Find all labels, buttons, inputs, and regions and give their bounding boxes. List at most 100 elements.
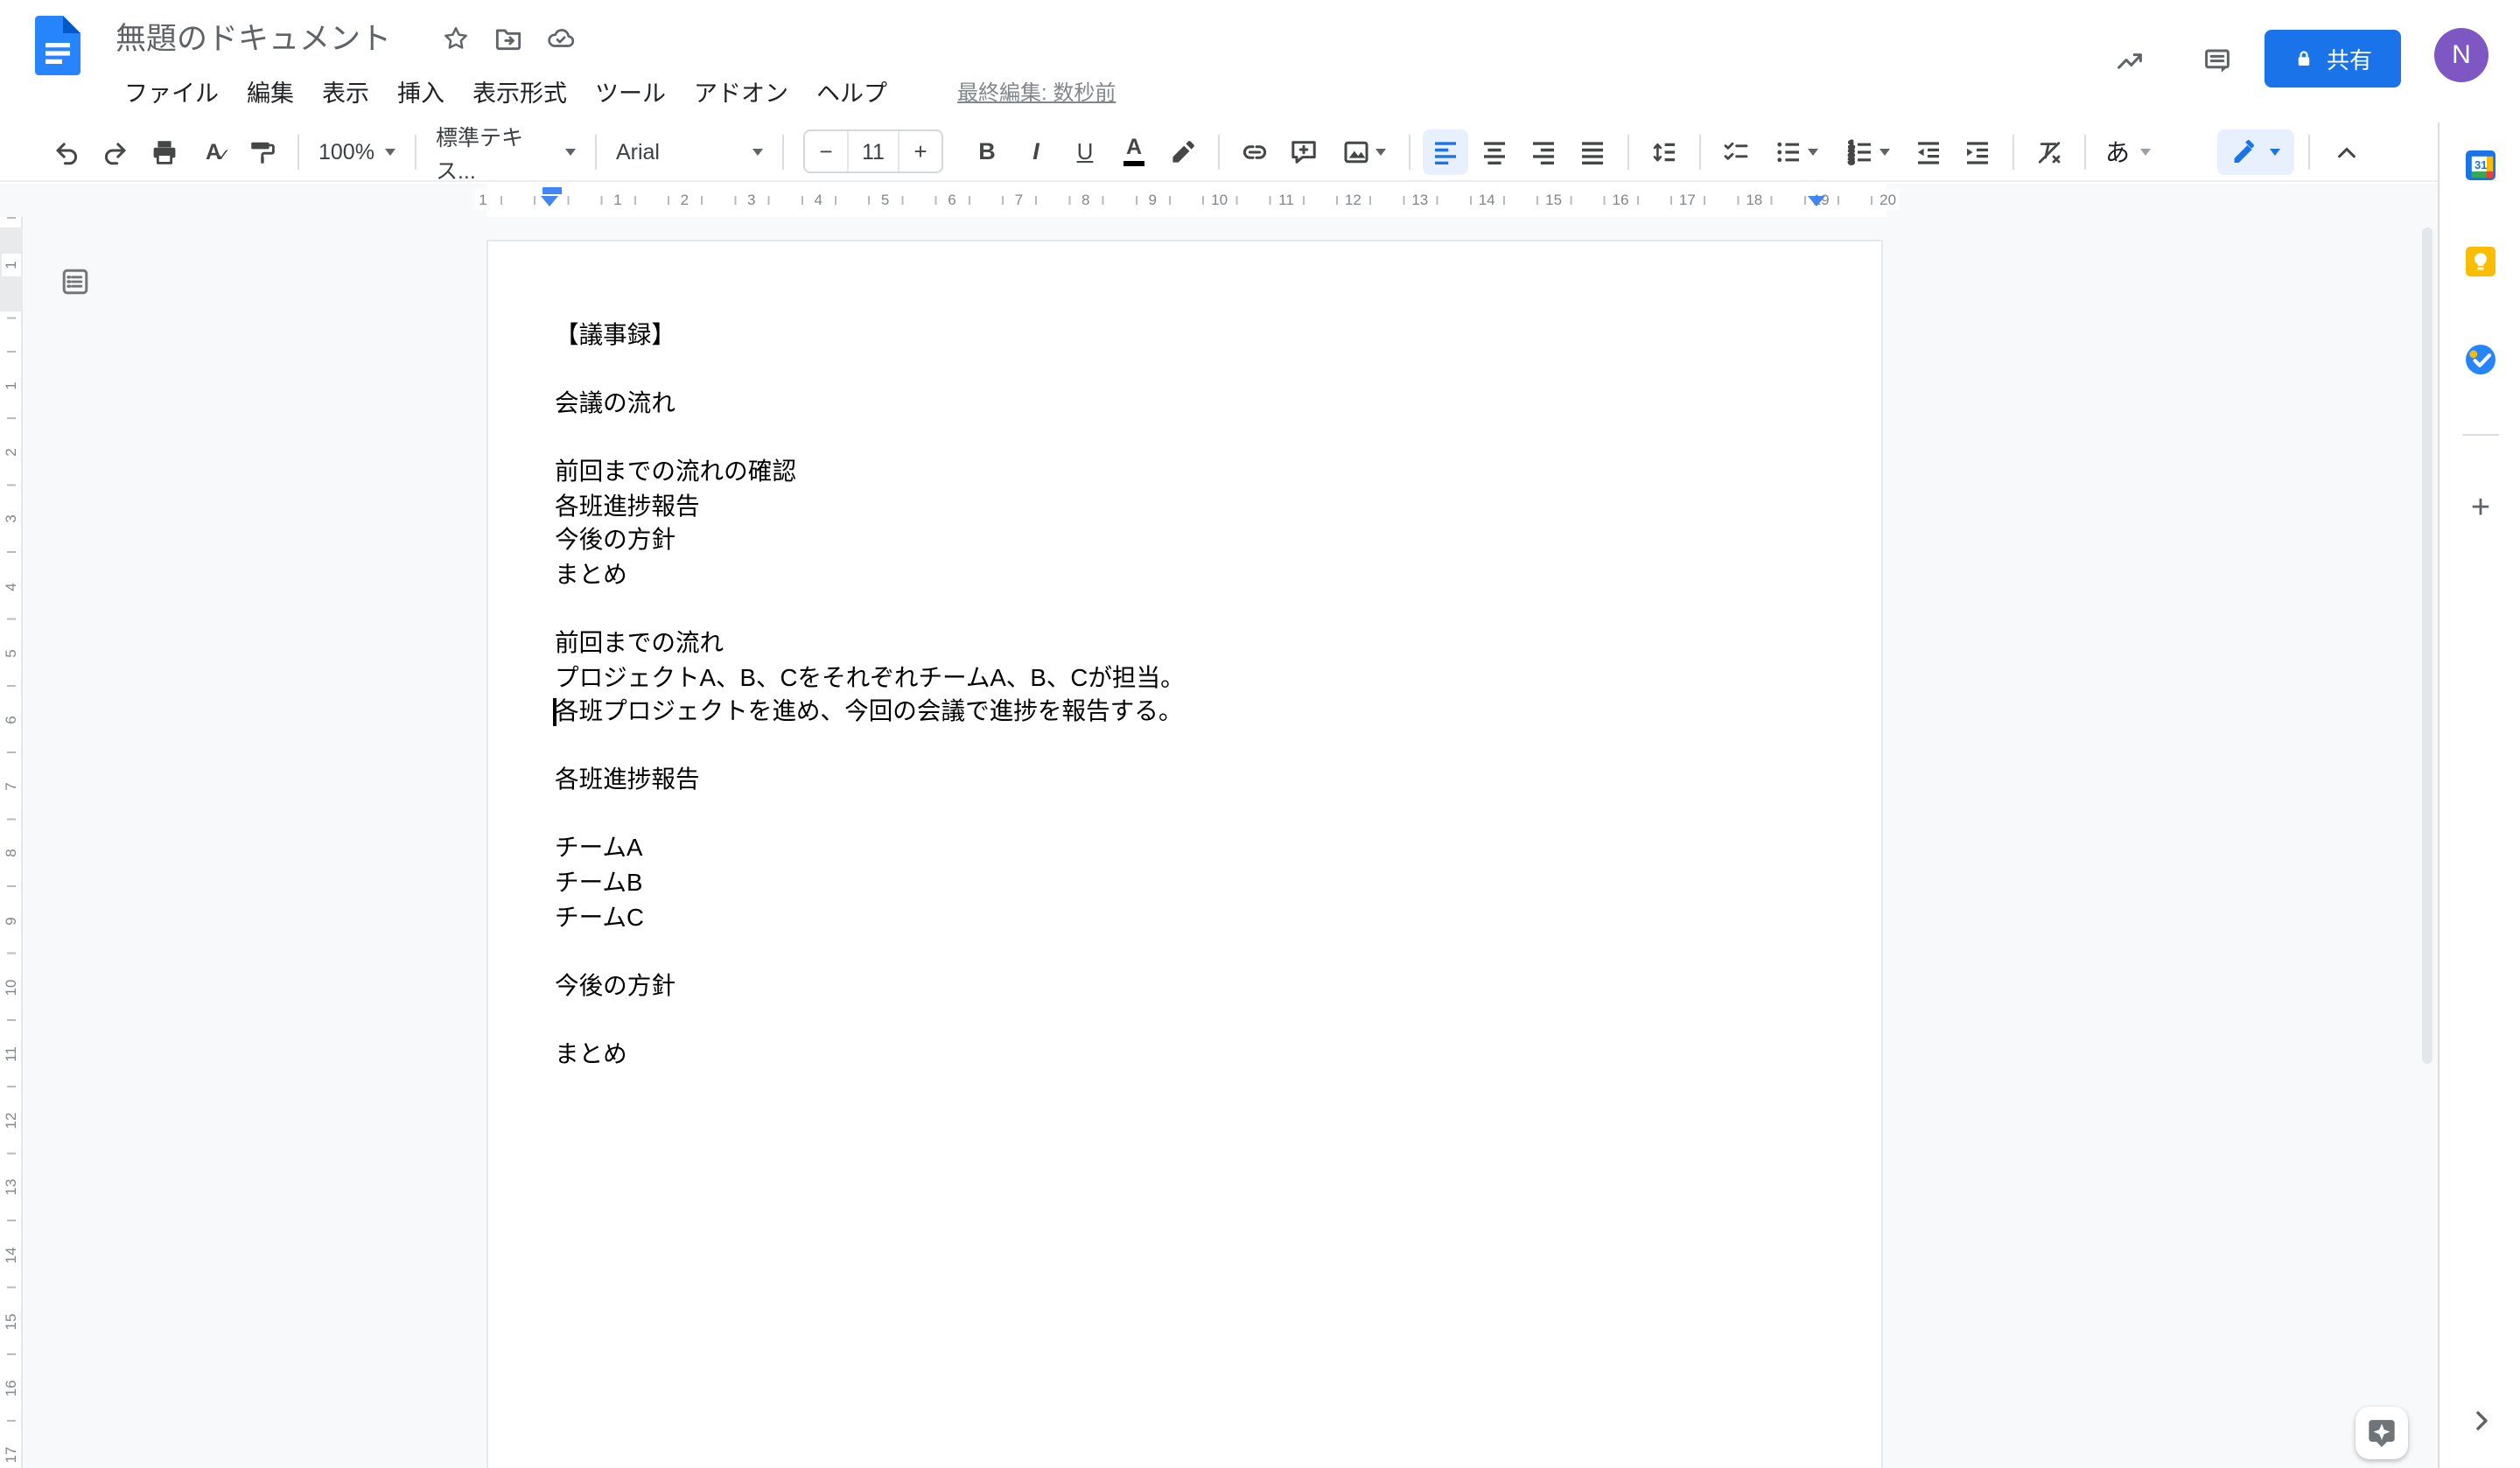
bulleted-list-button[interactable] (1762, 129, 1829, 174)
google-docs-logo-icon[interactable] (35, 16, 80, 75)
get-addons-button[interactable]: + (2440, 490, 2520, 528)
explore-button[interactable] (2356, 1407, 2408, 1459)
menu-item-addons[interactable]: アドオン (694, 73, 788, 108)
document-canvas: 【議事録】 会議の流れ 前回までの流れの確認各班進捗報告今後の方針まとめ 前回ま… (0, 217, 2438, 1468)
right-indent-marker[interactable] (1808, 196, 1825, 206)
doc-line[interactable] (555, 798, 1820, 832)
doc-line[interactable]: 前回までの流れ (555, 626, 1820, 661)
increase-indent-button[interactable] (1955, 129, 2000, 174)
numbered-list-button[interactable]: 123 (1832, 129, 1902, 174)
menu-item-insert[interactable]: 挿入 (397, 73, 444, 108)
highlight-color-button[interactable] (1160, 129, 1206, 174)
scrollbar-thumb[interactable] (2422, 227, 2432, 1064)
font-value: Arial (616, 139, 660, 164)
collapse-toolbar-button[interactable] (2324, 129, 2370, 174)
input-method-button[interactable]: あ (2098, 129, 2158, 174)
doc-line[interactable]: まとめ (555, 1038, 1820, 1072)
undo-button[interactable] (44, 129, 89, 174)
last-edited-link[interactable]: 最終編集: 数秒前 (957, 76, 1116, 106)
menu-item-view[interactable]: 表示 (322, 73, 369, 108)
chevron-down-icon (1880, 148, 1890, 155)
move-to-folder-icon[interactable] (494, 23, 523, 52)
v-ruler-number: 4 (2, 575, 21, 598)
font-size-input[interactable]: 11 (847, 131, 900, 171)
doc-line[interactable]: 各班進捗報告 (555, 490, 1820, 524)
decrease-font-size-button[interactable]: − (805, 131, 847, 171)
underline-button[interactable]: U (1062, 129, 1108, 174)
clear-formatting-button[interactable] (2026, 129, 2072, 174)
v-ruler-number: 7 (2, 775, 21, 798)
cloud-saved-icon[interactable] (546, 23, 576, 52)
menu-item-edit[interactable]: 編集 (247, 73, 294, 108)
chevron-down-icon (2140, 148, 2151, 155)
left-indent-marker[interactable] (541, 196, 558, 206)
add-comment-button[interactable] (1281, 129, 1326, 174)
paragraph-styles-select[interactable]: 標準テキス... (429, 129, 583, 174)
doc-line[interactable] (555, 730, 1820, 764)
doc-line[interactable] (555, 934, 1820, 968)
menu-item-format[interactable]: 表示形式 (472, 73, 567, 108)
styles-value: 標準テキス... (436, 118, 555, 185)
doc-line[interactable] (555, 1003, 1820, 1038)
doc-line[interactable]: チームA (555, 832, 1820, 866)
line-spacing-button[interactable] (1642, 129, 1687, 174)
doc-line[interactable] (555, 421, 1820, 455)
redo-button[interactable] (93, 129, 138, 174)
menu-item-tools[interactable]: ツール (595, 73, 666, 108)
menu-item-help[interactable]: ヘルプ (816, 73, 887, 108)
italic-button[interactable]: I (1013, 129, 1059, 174)
avatar-initial: N (2452, 40, 2471, 70)
activity-trending-icon[interactable] (2107, 38, 2152, 84)
menu-item-file[interactable]: ファイル (124, 73, 219, 108)
spellcheck-button[interactable]: A✓ (191, 129, 236, 174)
doc-line[interactable]: 各班進捗報告 (555, 764, 1820, 798)
google-keep-icon[interactable] (2466, 247, 2496, 276)
doc-line[interactable]: 前回までの流れの確認 (555, 456, 1820, 490)
share-button[interactable]: 共有 (2264, 30, 2401, 87)
align-right-button[interactable] (1521, 129, 1566, 174)
insert-link-button[interactable] (1232, 129, 1278, 174)
print-button[interactable] (142, 129, 187, 174)
toolbar-divider (2308, 134, 2310, 169)
doc-line[interactable]: 今後の方針 (555, 524, 1820, 558)
justify-button[interactable] (1570, 129, 1615, 174)
current-color-bar (1124, 161, 1144, 166)
editing-mode-button[interactable] (2217, 129, 2294, 174)
zoom-value: 100% (318, 139, 374, 164)
checklist-button[interactable] (1713, 129, 1759, 174)
doc-line[interactable]: チームC (555, 900, 1820, 934)
comments-icon[interactable] (2194, 38, 2240, 84)
text-color-button[interactable]: A (1111, 129, 1157, 174)
align-left-button[interactable] (1423, 129, 1468, 174)
align-center-button[interactable] (1472, 129, 1517, 174)
horizontal-ruler[interactable]: 1 1234567891011121314151617181920 (0, 184, 2438, 217)
decrease-indent-button[interactable] (1906, 129, 1951, 174)
document-title[interactable]: 無題のドキュメント (116, 16, 391, 59)
page[interactable]: 【議事録】 会議の流れ 前回までの流れの確認各班進捗報告今後の方針まとめ 前回ま… (486, 240, 1883, 1468)
doc-line[interactable]: 【議事録】 (555, 318, 1820, 353)
doc-line[interactable] (555, 353, 1820, 387)
avatar[interactable]: N (2434, 28, 2488, 82)
font-select[interactable]: Arial (609, 129, 770, 174)
doc-line[interactable]: 会議の流れ (555, 387, 1820, 421)
v-ruler-number: 2 (2, 441, 21, 464)
vertical-ruler[interactable]: 1 1234567891011121314151617 (0, 217, 23, 1468)
doc-line[interactable]: まとめ (555, 558, 1820, 592)
google-calendar-icon[interactable]: 31 (2466, 150, 2496, 180)
open-side-panel-chevron[interactable] (2466, 1405, 2496, 1435)
doc-line[interactable]: チームB (555, 866, 1820, 900)
paint-format-button[interactable] (240, 129, 285, 174)
doc-line[interactable]: プロジェクトA、B、CをそれぞれチームA、B、Cが担当。 (555, 661, 1820, 695)
zoom-select[interactable]: 100% (312, 129, 402, 174)
google-tasks-icon[interactable] (2466, 345, 2496, 374)
insert-image-button[interactable] (1330, 129, 1396, 174)
bold-button[interactable]: B (964, 129, 1010, 174)
doc-line[interactable]: 各班プロジェクトを進め、今回の会議で進捗を報告する。 (555, 695, 1820, 729)
show-outline-button[interactable] (56, 262, 94, 301)
first-line-indent-marker[interactable] (542, 187, 562, 194)
star-icon[interactable] (441, 23, 471, 52)
doc-line[interactable]: 今後の方針 (555, 968, 1820, 1003)
increase-font-size-button[interactable]: + (900, 131, 942, 171)
document-text: 【議事録】 会議の流れ 前回までの流れの確認各班進捗報告今後の方針まとめ 前回ま… (555, 318, 1820, 1072)
doc-line[interactable] (555, 592, 1820, 626)
